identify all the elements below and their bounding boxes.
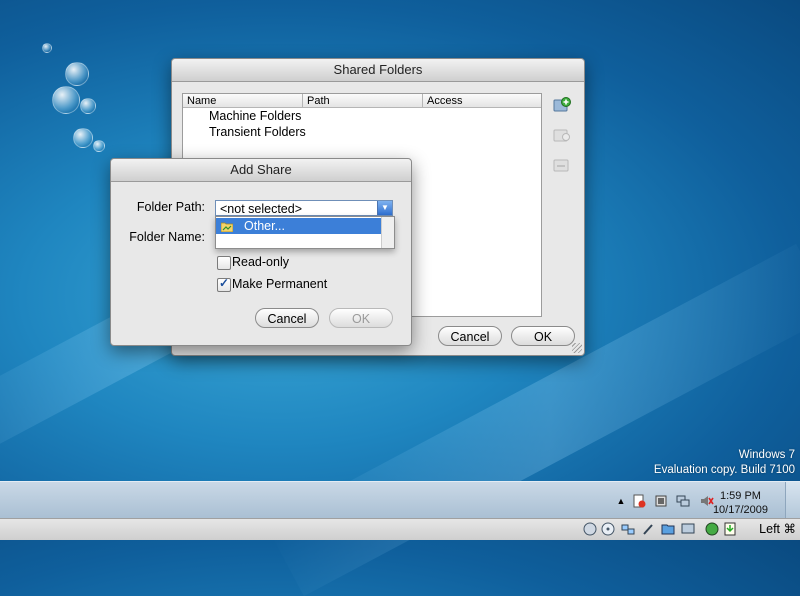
folder-path-dropdown: Other...: [215, 216, 395, 249]
volume-muted-icon[interactable]: [700, 494, 714, 508]
ok-button[interactable]: OK: [511, 326, 575, 346]
column-header-access[interactable]: Access: [423, 94, 541, 108]
folder-icon: [220, 220, 234, 233]
dropdown-option-label: Other...: [244, 219, 285, 233]
usb-icon[interactable]: [641, 522, 655, 536]
vm-status-bar: Left ⌘: [0, 518, 800, 540]
list-item-machine-folders[interactable]: Machine Folders: [209, 109, 301, 123]
show-hidden-icons-icon[interactable]: ▲: [614, 494, 628, 508]
column-header-path[interactable]: Path: [303, 94, 423, 108]
resize-grip-icon[interactable]: [572, 343, 582, 353]
hard-disk-icon[interactable]: [583, 522, 597, 536]
folder-path-combobox[interactable]: <not selected> ▼: [215, 200, 393, 216]
show-desktop-button[interactable]: [785, 482, 800, 519]
shared-folders-title: Shared Folders: [172, 59, 584, 82]
display-icon[interactable]: [681, 522, 695, 536]
dropdown-scrollbar[interactable]: [381, 217, 394, 248]
bubble-decoration: [65, 62, 89, 86]
make-permanent-label[interactable]: Make Permanent: [232, 277, 327, 291]
dropdown-option-other[interactable]: Other...: [216, 218, 382, 234]
chevron-down-icon[interactable]: ▼: [377, 201, 392, 215]
bubble-decoration: [93, 140, 105, 152]
network-icon[interactable]: [676, 494, 690, 508]
clock-time: 1:59 PM: [719, 490, 761, 502]
folder-name-label: Folder Name:: [129, 230, 205, 244]
device-icon[interactable]: [654, 494, 668, 508]
column-header-name[interactable]: Name: [183, 94, 303, 108]
add-share-dialog: Add Share Folder Path: Folder Name: <not…: [110, 158, 412, 346]
shared-folders-icon[interactable]: [661, 522, 675, 536]
action-center-icon[interactable]: [632, 494, 646, 508]
evaluation-watermark: Windows 7 Evaluation copy. Build 7100: [654, 449, 795, 476]
watermark-build: Evaluation copy. Build 7100: [653, 464, 795, 476]
watermark-os: Windows 7: [738, 449, 795, 461]
add-share-title: Add Share: [111, 159, 411, 182]
mouse-integration-icon[interactable]: [723, 522, 737, 536]
remove-folder-icon[interactable]: [553, 157, 571, 173]
host-key-label: Left ⌘: [759, 522, 796, 536]
bubble-decoration: [80, 98, 96, 114]
edit-folder-icon[interactable]: [553, 127, 571, 143]
make-permanent-checkbox[interactable]: [217, 276, 231, 292]
virtualization-icon[interactable]: [705, 522, 719, 536]
add-share-ok-button[interactable]: OK: [329, 308, 393, 328]
windows-taskbar: ▲ 1:59 PM 10/17/2009: [0, 481, 800, 519]
network-adapter-icon[interactable]: [621, 522, 635, 536]
add-share-cancel-button[interactable]: Cancel: [255, 308, 319, 328]
readonly-checkbox[interactable]: [217, 256, 231, 270]
taskbar-clock[interactable]: 1:59 PM 10/17/2009: [713, 489, 768, 517]
list-item-transient-folders[interactable]: Transient Folders: [209, 125, 306, 139]
clock-date: 10/17/2009: [712, 504, 768, 516]
folder-path-value: <not selected>: [220, 202, 303, 216]
bubble-decoration: [73, 128, 93, 148]
folder-path-label: Folder Path:: [136, 200, 205, 214]
cancel-button[interactable]: Cancel: [438, 326, 502, 346]
readonly-label[interactable]: Read-only: [232, 255, 289, 269]
bubble-decoration: [52, 86, 80, 114]
optical-drive-icon[interactable]: [601, 522, 615, 536]
bubble-decoration: [42, 43, 52, 53]
add-folder-icon[interactable]: [553, 97, 571, 113]
